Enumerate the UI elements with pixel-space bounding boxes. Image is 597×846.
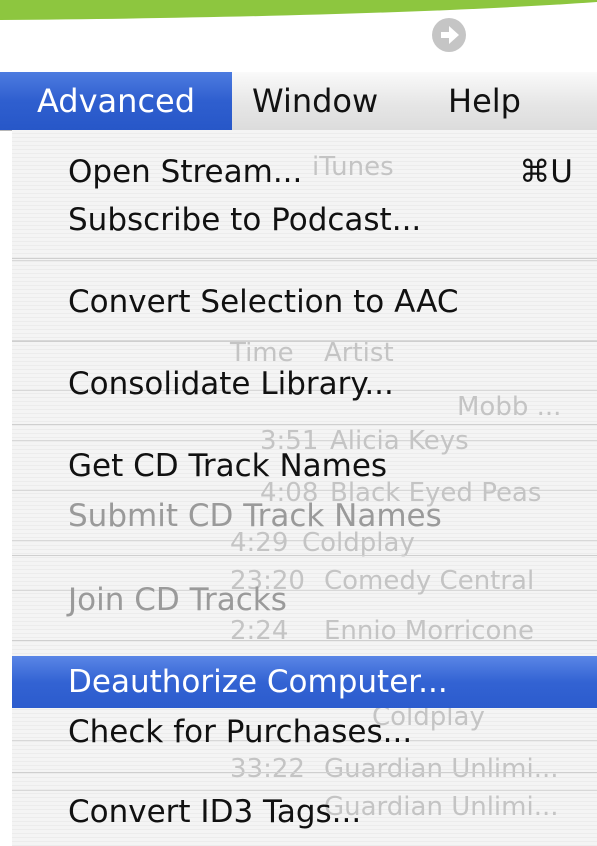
menu-title-window[interactable]: Window bbox=[252, 72, 378, 130]
menu-item-label: Join CD Tracks bbox=[68, 582, 287, 618]
menu-separator bbox=[12, 258, 597, 259]
menu-item-convert-id3-tags[interactable]: Convert ID3 Tags... bbox=[12, 786, 597, 838]
top-banner bbox=[0, 0, 597, 22]
menu-separator bbox=[12, 640, 597, 641]
menu-item-submit-cd-track-names: Submit CD Track Names bbox=[12, 490, 597, 542]
menu-item-convert-aac[interactable]: Convert Selection to AAC bbox=[12, 276, 597, 328]
menu-item-label: Open Stream... bbox=[68, 154, 303, 190]
menu-item-label: Consolidate Library... bbox=[68, 366, 394, 402]
menu-bar: Advanced Window Help bbox=[0, 72, 597, 131]
menu-item-label: Convert ID3 Tags... bbox=[68, 794, 362, 830]
green-banner-shape bbox=[0, 0, 597, 20]
menu-title-advanced[interactable]: Advanced bbox=[0, 72, 232, 130]
menu-item-deauthorize-computer[interactable]: Deauthorize Computer... bbox=[12, 656, 597, 708]
menu-item-label: Deauthorize Computer... bbox=[68, 664, 448, 700]
menu-item-get-cd-track-names[interactable]: Get CD Track Names bbox=[12, 440, 597, 492]
background-row-artist: Guardian Unlimi... bbox=[324, 754, 559, 784]
menu-item-label: Check for Purchases... bbox=[68, 714, 413, 750]
menu-item-label: Subscribe to Podcast... bbox=[68, 202, 422, 238]
menu-item-label: Submit CD Track Names bbox=[68, 498, 442, 534]
menu-item-label: Convert Selection to AAC bbox=[68, 284, 459, 320]
right-arrow-circle-icon[interactable] bbox=[432, 18, 466, 52]
background-row-time: 33:22 bbox=[230, 754, 305, 784]
menu-item-subscribe-podcast[interactable]: Subscribe to Podcast... bbox=[12, 194, 597, 246]
shortcut-command-u: ⌘U bbox=[519, 154, 573, 190]
menu-item-join-cd-tracks: Join CD Tracks bbox=[12, 574, 597, 626]
menu-item-open-stream[interactable]: Open Stream... ⌘U bbox=[12, 146, 597, 198]
menu-title-help[interactable]: Help bbox=[448, 72, 521, 130]
menu-item-consolidate-library[interactable]: Consolidate Library... bbox=[12, 358, 597, 410]
menu-separator bbox=[12, 341, 597, 342]
advanced-dropdown-menu: iTunes Time Artist Mobb ... 3:51 Alicia … bbox=[12, 130, 597, 846]
menu-separator bbox=[12, 555, 597, 556]
menu-item-label: Get CD Track Names bbox=[68, 448, 388, 484]
background-row-line bbox=[12, 260, 597, 261]
menu-separator bbox=[12, 424, 597, 425]
menu-item-check-purchases[interactable]: Check for Purchases... bbox=[12, 706, 597, 758]
menu-separator bbox=[12, 772, 597, 773]
